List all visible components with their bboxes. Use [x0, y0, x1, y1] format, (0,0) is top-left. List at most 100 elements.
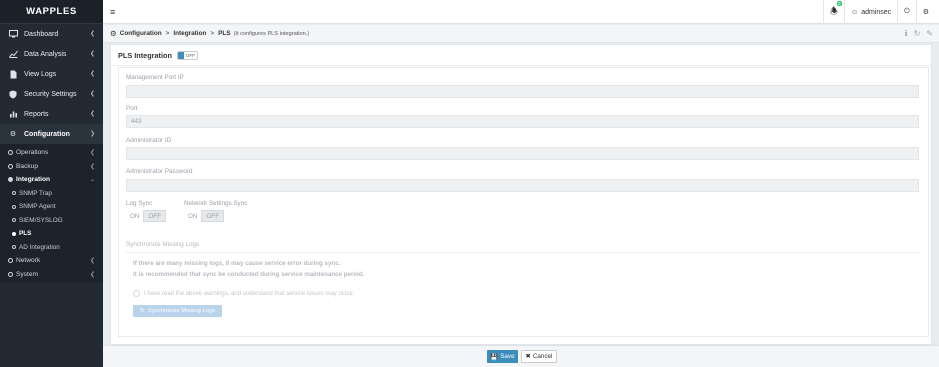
network-sync-on[interactable]: ON [184, 210, 201, 222]
warning-text-1: If there are many missing logs, it may c… [133, 260, 341, 267]
page-tools: ℹ ↻ ✎ [905, 29, 933, 38]
circle-icon [8, 258, 13, 264]
sidebar-item-data-analysis[interactable]: Data Analysis ❮ [0, 44, 103, 64]
network-sync-off[interactable]: OFF [201, 210, 225, 222]
log-sync-on[interactable]: ON [126, 210, 143, 222]
sidebar-item-security-settings[interactable]: Security Settings ❮ [0, 84, 103, 104]
notification-badge: 0 [836, 1, 843, 6]
refresh-icon[interactable]: ↻ [914, 29, 921, 38]
sidebar-item-snmp-agent[interactable]: SNMP Agent [0, 200, 103, 214]
save-button[interactable]: 💾 Save [487, 350, 518, 363]
sidebar-item-operations[interactable]: Operations ❮ [0, 146, 103, 160]
sidebar-item-view-logs[interactable]: View Logs ❮ [0, 64, 103, 84]
save-label: Save [500, 353, 515, 360]
breadcrumb-integration[interactable]: Integration [173, 30, 206, 37]
sidebar-item-label: Security Settings [24, 90, 77, 98]
chevron-left-icon: ❮ [89, 163, 95, 170]
network-settings-sync-switch[interactable]: ON OFF [184, 210, 225, 222]
close-icon: ✖ [525, 353, 531, 360]
chevron-down-icon: ⌄ [89, 177, 95, 183]
log-sync-switch[interactable]: ON OFF [126, 210, 167, 222]
breadcrumb-configuration[interactable]: Configuration [120, 30, 162, 37]
admin-id-field[interactable] [126, 147, 919, 160]
sidebar-item-snmp-trap[interactable]: SNMP Trap [0, 187, 103, 201]
info-icon[interactable]: ℹ [905, 29, 908, 38]
username: adminsec [861, 8, 892, 16]
user-menu[interactable]: ☺ adminsec [844, 0, 897, 24]
page-description: (It configures PLS integration.) [233, 30, 310, 37]
admin-password-label: Administrator Password [126, 168, 193, 175]
gears-icon: ⚙ [922, 9, 929, 16]
sidebar: WAPPLES Dashboard ❮ Data Analysis ❮ View… [0, 0, 103, 367]
chevron-left-icon: ❮ [89, 111, 95, 117]
chart-line-icon [8, 50, 18, 59]
settings-button[interactable]: ⚙ [915, 0, 935, 24]
gear-icon: ⚙ [9, 131, 17, 138]
user-icon: ☺ [851, 8, 859, 16]
circle-icon [12, 218, 16, 223]
sidebar-item-network[interactable]: Network ❮ [0, 254, 103, 268]
cancel-label: Cancel [532, 353, 553, 360]
sidebar-item-backup[interactable]: Backup ❮ [0, 160, 103, 174]
sidebar-item-label: Integration [16, 176, 51, 184]
sidebar-item-label: AD Integration [19, 243, 60, 251]
monitor-icon [8, 30, 18, 39]
sidebar-item-reports[interactable]: Reports ❮ [0, 104, 103, 124]
admin-id-label: Administrator ID [126, 137, 172, 144]
circle-icon [12, 231, 16, 236]
hamburger-menu-icon[interactable]: ≡ [110, 7, 115, 17]
sidebar-item-pls[interactable]: PLS [0, 227, 103, 241]
pls-enable-toggle[interactable]: OFF [176, 50, 199, 60]
acknowledge-checkbox[interactable]: I have read the above warnings, and unde… [133, 290, 354, 297]
sidebar-item-label: Network [16, 257, 41, 265]
file-icon [8, 70, 18, 79]
port-field[interactable]: 443 [126, 115, 919, 128]
log-sync-label: Log Sync [126, 200, 153, 207]
footer-bar: 💾 Save ✖ Cancel [103, 345, 939, 367]
notification-button[interactable]: 🕭 0 [822, 0, 844, 24]
gear-icon: ⚙ [110, 29, 117, 38]
top-bar: ≡ 🕭 0 ☺ adminsec ⏻ ⚙ [103, 0, 939, 24]
power-icon: ⏻ [904, 8, 910, 15]
sidebar-item-configuration[interactable]: ⚙ Configuration ❯ [0, 124, 103, 144]
sidebar-item-label: Operations [16, 149, 49, 157]
sidebar-item-label: Reports [24, 110, 49, 118]
circle-icon [12, 191, 16, 196]
sidebar-item-system[interactable]: System ❮ [0, 268, 103, 282]
sync-missing-logs-button[interactable]: ↻ Synchronize Missing Logs [133, 305, 222, 317]
toggle-label: OFF [185, 52, 196, 58]
sidebar-item-siem-syslog[interactable]: SIEM/SYSLOG [0, 214, 103, 228]
checkbox-icon [133, 290, 140, 297]
configuration-submenu: Operations ❮ Backup ❮ Integration ⌄ SNMP… [0, 144, 103, 283]
page-title: PLS Integration [118, 50, 172, 60]
log-sync-off[interactable]: OFF [143, 210, 167, 222]
sidebar-item-label: SNMP Agent [19, 203, 56, 211]
sidebar-item-label: Data Analysis [24, 50, 67, 58]
sidebar-item-label: SIEM/SYSLOG [19, 216, 63, 224]
save-icon: 💾 [490, 353, 499, 361]
circle-icon [12, 245, 16, 250]
chevron-left-icon: ❮ [89, 31, 95, 37]
sidebar-item-label: SNMP Trap [19, 189, 52, 197]
management-ip-label: Management Port IP [126, 74, 184, 81]
breadcrumb: ⚙ Configuration > Integration > PLS (It … [103, 25, 939, 43]
circle-icon [8, 271, 13, 277]
sidebar-item-label: PLS [19, 230, 32, 238]
sidebar-item-label: View Logs [24, 70, 57, 78]
sidebar-item-integration[interactable]: Integration ⌄ [0, 173, 103, 187]
circle-icon [8, 177, 13, 183]
power-button[interactable]: ⏻ [897, 0, 916, 24]
management-ip-field[interactable] [126, 85, 919, 98]
section-divider [126, 252, 919, 253]
pls-form: Management Port IP Port 443 Administrato… [118, 67, 929, 337]
port-label: Port [126, 105, 138, 112]
cancel-button[interactable]: ✖ Cancel [521, 350, 557, 363]
sidebar-item-ad-integration[interactable]: AD Integration [0, 241, 103, 255]
circle-icon [8, 150, 13, 156]
sidebar-item-dashboard[interactable]: Dashboard ❮ [0, 24, 103, 44]
sidebar-item-label: System [16, 270, 38, 278]
admin-password-field[interactable] [126, 179, 919, 192]
sidebar-item-label: Backup [16, 162, 38, 170]
edit-icon[interactable]: ✎ [926, 29, 933, 38]
breadcrumb-separator: > [210, 30, 215, 37]
